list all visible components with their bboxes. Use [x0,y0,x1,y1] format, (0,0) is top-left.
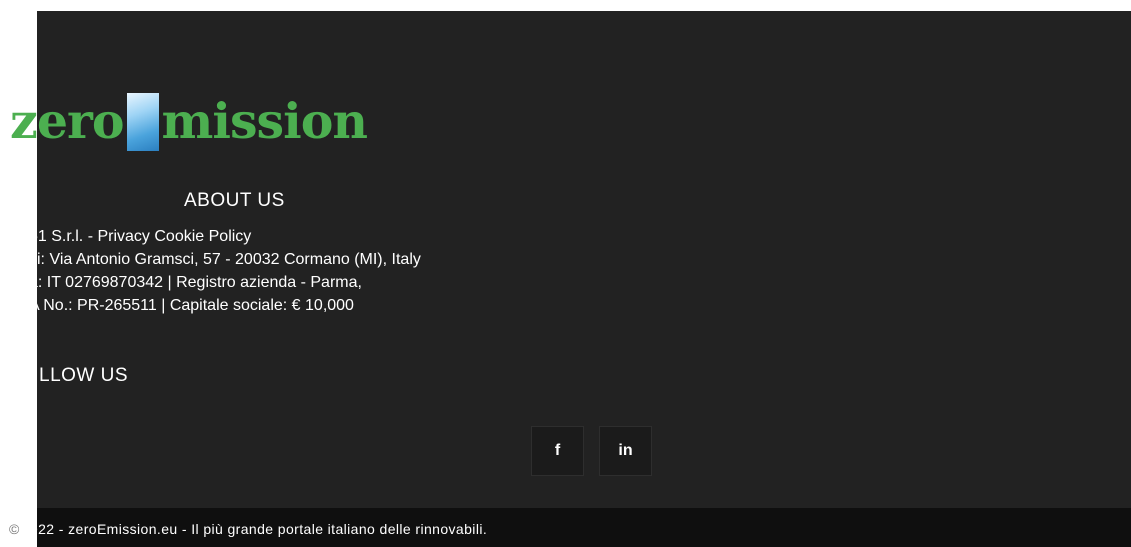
follow-us-heading: LLOW US [39,365,129,386]
company-info-line-rea: A No.: PR-265511 | Capitale sociale: € 1… [29,297,354,314]
about-us-heading: ABOUT US [184,190,285,211]
company-info-line-address: ci: Via Antonio Gramsci, 57 - 20032 Corm… [29,251,421,268]
linkedin-icon: in [618,442,633,459]
site-logo[interactable]: zero E mission [10,82,369,152]
facebook-button[interactable]: f [531,426,584,476]
copyright-text: © 2022 - zeroEmission.eu - Il più grande … [9,521,487,537]
logo-text-mission: mission [161,92,369,150]
company-info: 51 S.r.l. - Privacy Cookie Policy ci: Vi… [29,225,421,317]
logo-text-zero: zero [10,92,124,150]
logo-e-mark: E [126,93,159,151]
facebook-icon: f [554,442,561,459]
company-info-line-privacy[interactable]: 51 S.r.l. - Privacy Cookie Policy [29,225,421,248]
linkedin-button[interactable]: in [599,426,652,476]
copyright-symbol: © [9,521,20,537]
company-info-line-vat: a: IT 02769870342 | Registro azienda - P… [29,274,362,291]
copyright-notice: 2022 - zeroEmission.eu - Il più grande p… [21,521,488,537]
